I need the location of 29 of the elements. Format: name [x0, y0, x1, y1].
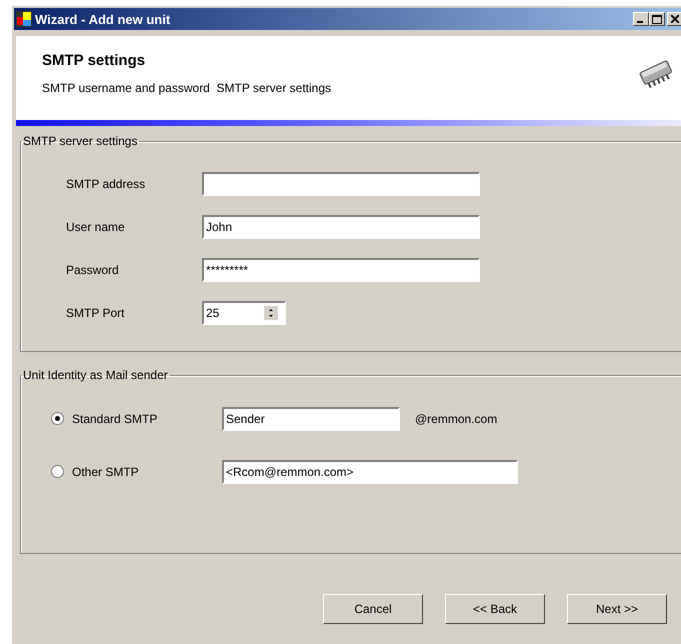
- page-title: SMTP settings: [42, 52, 146, 69]
- domain-label: @remmon.com: [415, 412, 498, 426]
- input-field[interactable]: <Rcom@remmon.com>: [222, 460, 518, 484]
- field-label: SMTP Port: [66, 306, 126, 320]
- maximize-icon: [652, 14, 662, 24]
- group-title: SMTP server settings: [22, 134, 138, 148]
- maximize-button[interactable]: [649, 12, 665, 26]
- input-field[interactable]: John: [202, 214, 480, 238]
- minimize-button[interactable]: [633, 12, 649, 26]
- radio-label: Other SMTP: [72, 464, 140, 478]
- input-field[interactable]: Sender: [222, 406, 400, 430]
- close-icon: [671, 15, 679, 23]
- wizard-button[interactable]: Cancel: [323, 594, 423, 624]
- field-label: User name: [66, 220, 126, 234]
- app-icon: [16, 11, 32, 27]
- window-title: Wizard - Add new unit: [35, 12, 170, 26]
- close-button[interactable]: [667, 12, 681, 26]
- radio-label: Standard SMTP: [72, 412, 158, 426]
- wizard-button[interactable]: << Back: [445, 594, 545, 624]
- radio-button[interactable]: [51, 412, 64, 425]
- page-subtitle: SMTP username and password SMTP server settings: [42, 81, 332, 95]
- group-title: Unit Identity as Mail sender: [22, 368, 169, 382]
- field-label: SMTP address: [66, 176, 146, 190]
- input-field[interactable]: *********: [202, 258, 480, 282]
- radio-button[interactable]: [51, 465, 64, 478]
- wizard-button[interactable]: Next >>: [567, 594, 667, 624]
- input-field[interactable]: [202, 172, 480, 196]
- field-label: Password: [66, 262, 120, 276]
- port-spinner[interactable]: 25: [202, 300, 286, 324]
